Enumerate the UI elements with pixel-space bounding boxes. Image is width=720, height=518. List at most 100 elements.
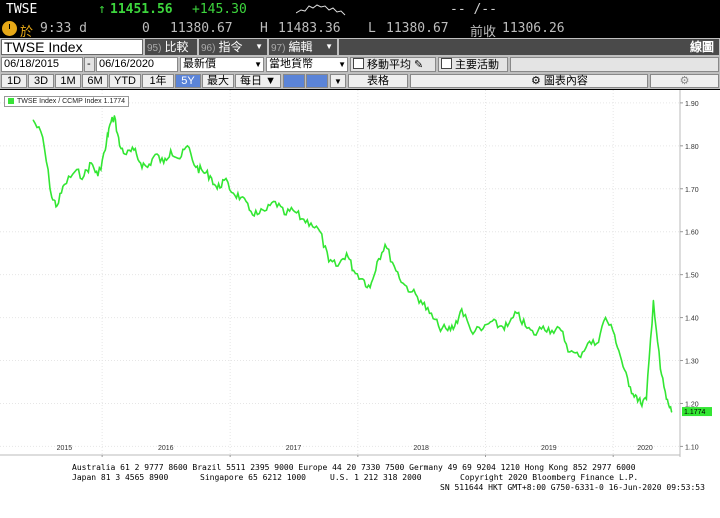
data-point [163, 162, 165, 164]
chart-legend: TWSE Index / CCMP Index 1.1774 [4, 96, 130, 107]
edit-button[interactable]: 97) 編輯 ▼ [269, 39, 337, 55]
data-point [32, 119, 34, 121]
quote-time: 9:33 d [40, 21, 87, 36]
chart-style-dropdown[interactable]: ▼ [330, 74, 346, 88]
data-point [671, 411, 673, 413]
data-point [620, 359, 623, 362]
x-tick-label: 2015 [57, 445, 73, 452]
data-point [489, 321, 492, 323]
data-point [506, 325, 509, 327]
data-point [179, 158, 181, 160]
settings-button[interactable]: ⚙ [650, 74, 719, 88]
currency-select[interactable]: 當地貨幣 ▼ [266, 57, 348, 72]
data-point [319, 231, 321, 233]
period-1y[interactable]: 1年 [142, 74, 174, 88]
edit-label: 編輯 [288, 40, 313, 54]
period-5y[interactable]: 5Y [175, 74, 201, 88]
data-point [578, 355, 580, 357]
period-6m[interactable]: 6M [82, 74, 108, 88]
chart-content-button[interactable]: ⚙ 圖表內容 [410, 74, 648, 88]
open-value: 11380.67 [170, 21, 233, 36]
data-point [393, 265, 395, 267]
data-point [232, 192, 234, 194]
data-point [420, 299, 422, 302]
actions-button[interactable]: 96) 指令 ▼ [199, 39, 267, 55]
data-point [438, 325, 440, 327]
data-point [524, 325, 526, 327]
period-ytd[interactable]: YTD [109, 74, 141, 88]
chart-style-button-2[interactable] [306, 74, 328, 88]
price-field-label: 最新價 [183, 58, 216, 70]
pencil-icon[interactable]: ✎ [414, 59, 423, 71]
data-point [265, 209, 268, 211]
x-tick-label: 2018 [413, 445, 429, 452]
data-point [119, 145, 121, 147]
end-date-input[interactable]: 06/16/2020 [96, 57, 178, 72]
moving-average-label: 移動平均 [367, 59, 411, 71]
frequency-select[interactable]: 每日 ▼ [235, 74, 281, 88]
period-1d[interactable]: 1D [1, 74, 27, 88]
y-tick-label: 1.90 [685, 101, 699, 108]
price-field-select[interactable]: 最新價 ▼ [180, 57, 264, 72]
start-date-input[interactable]: 06/18/2015 [1, 57, 83, 72]
ratio-series-line [32, 115, 673, 413]
low-label: L [368, 21, 376, 36]
period-1m[interactable]: 1M [55, 74, 81, 88]
prev-close-value: 11306.26 [502, 21, 565, 36]
data-point [256, 213, 259, 216]
chart-grid [0, 90, 680, 455]
y-tick-label: 1.40 [685, 316, 699, 323]
price-chart[interactable]: 1.90 1.80 1.70 1.60 1.50 1.40 1.30 1.20 1.10 201… [0, 90, 720, 458]
data-point [147, 166, 149, 168]
chart-title: 線圖 [689, 40, 714, 54]
data-point [428, 312, 431, 314]
x-tick-label: 2020 [637, 445, 653, 452]
key-events-checkbox[interactable] [441, 58, 452, 69]
data-point [223, 179, 225, 181]
bloomberg-chart-window: TWSE ↑ 11451.56 +145.30 -- /-- 於 9:33 d … [0, 0, 720, 518]
high-label: H [260, 21, 268, 36]
data-point [328, 261, 330, 263]
data-point [640, 402, 642, 405]
data-point [283, 213, 285, 216]
data-point [195, 166, 197, 168]
data-point [384, 243, 386, 246]
key-events-toggle[interactable]: 主要活動 [438, 57, 508, 72]
net-change: +145.30 [192, 2, 247, 17]
y-axis-ticks: 1.901.801.701.601.501.401.301.201.10 [680, 101, 699, 451]
period-3d[interactable]: 3D [28, 74, 54, 88]
chart-style-button[interactable] [283, 74, 305, 88]
data-point [202, 170, 204, 173]
gear-icon: ⚙ [531, 75, 541, 87]
chart-content-label: 圖表內容 [543, 75, 588, 87]
period-max[interactable]: 最大 [202, 74, 234, 88]
data-point [542, 325, 544, 327]
data-point [461, 308, 463, 310]
compare-button[interactable]: 95) 比較 [145, 39, 197, 55]
date-controls: 06/18/2015 - 06/16/2020 最新價 ▼ 當地貨幣 ▼ 移動平均 ✎… [0, 56, 720, 73]
key-events-label: 主要活動 [455, 59, 499, 71]
data-point [74, 170, 76, 173]
chevron-down-icon: ▼ [334, 77, 342, 86]
data-point [209, 175, 211, 177]
y-tick-label: 1.70 [685, 187, 699, 194]
data-point [447, 329, 449, 332]
footer-session-info: SN 511644 HKT GMT+8:00 G750-6331-0 16-Ju… [440, 483, 705, 492]
data-point [645, 398, 648, 400]
x-tick-label: 2017 [286, 445, 302, 452]
quote-line: TWSE ↑ 11451.56 +145.30 -- /-- [0, 0, 720, 20]
moving-average-checkbox[interactable] [353, 58, 364, 69]
table-button[interactable]: 表格 [348, 74, 408, 88]
data-point [170, 149, 172, 151]
moving-average-toggle[interactable]: 移動平均 ✎ [350, 57, 436, 72]
ohlc-line: 於 9:33 d 0 11380.67 H 11483.36 L 11380.6… [0, 20, 720, 40]
data-point [186, 145, 189, 147]
legend-swatch [8, 98, 14, 104]
clock-icon [2, 21, 17, 36]
y-tick-label: 1.50 [685, 273, 699, 280]
toolbar: TWSE Index 95) 比較 96) 指令 ▼ 97) 編輯 ▼ 線圖 [0, 38, 720, 56]
actions-label: 指令 [218, 40, 243, 54]
security-input[interactable]: TWSE Index [1, 39, 143, 55]
data-point [310, 222, 312, 224]
period-bar: 1D 3D 1M 6M YTD 1年 5Y 最大 每日 ▼ ▼ 表格 ⚙ 圖表內容… [0, 73, 720, 89]
